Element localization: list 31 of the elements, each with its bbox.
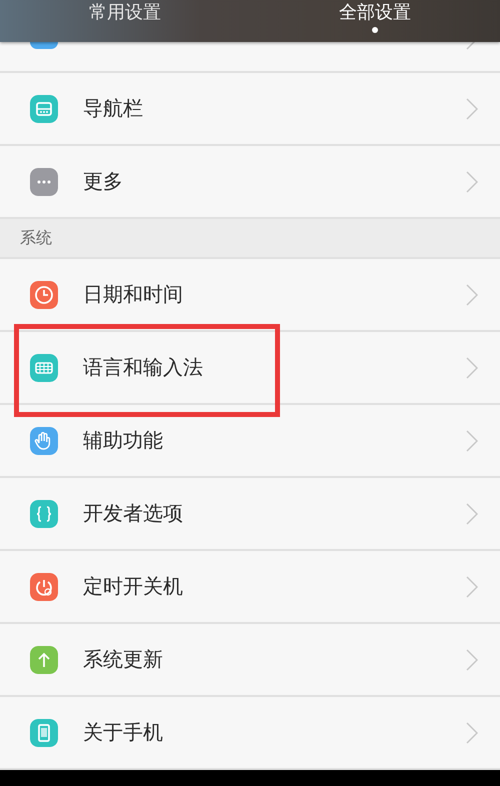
- chevron-right-icon: [466, 356, 478, 379]
- settings-row[interactable]: 定时开关机: [0, 551, 500, 622]
- row-label: 语言和输入法: [83, 354, 203, 382]
- chevron-right-icon: [466, 576, 478, 598]
- row-label: 辅助功能: [83, 427, 163, 454]
- settings-tab[interactable]: 全部设置: [250, 0, 500, 42]
- row-label: 系统更新: [83, 646, 163, 674]
- settings-row[interactable]: 更多: [0, 146, 500, 218]
- settings-row[interactable]: 日期和时间: [0, 259, 500, 330]
- row-label: 更多: [83, 168, 123, 196]
- row-label: 定时开关机: [83, 573, 183, 600]
- settings-row[interactable]: 语言和输入法: [0, 332, 500, 404]
- settings-row[interactable]: 导航栏: [0, 73, 500, 144]
- section-title: 系统: [20, 228, 52, 249]
- chevron-right-icon: [466, 722, 478, 744]
- settings-tab[interactable]: 常用设置: [0, 0, 250, 42]
- chevron-right-icon: [466, 430, 478, 452]
- chevron-right-icon: [466, 502, 478, 525]
- row-label: 关于手机: [83, 719, 163, 746]
- settings-row[interactable]: 开发者选项: [0, 478, 500, 550]
- row-label: 日期和时间: [83, 281, 183, 308]
- chevron-right-icon: [466, 648, 478, 671]
- chevron-right-icon: [466, 284, 478, 306]
- chevron-right-icon: [466, 170, 478, 193]
- row-label: 导航栏: [83, 95, 143, 122]
- settings-row[interactable]: 辅助功能: [0, 405, 500, 476]
- chevron-right-icon: [466, 98, 478, 120]
- settings-row[interactable]: 系统更新: [0, 624, 500, 696]
- selected-dot-icon: [372, 27, 378, 33]
- settings-row[interactable]: 关于手机: [0, 697, 500, 768]
- row-label: 开发者选项: [83, 500, 183, 528]
